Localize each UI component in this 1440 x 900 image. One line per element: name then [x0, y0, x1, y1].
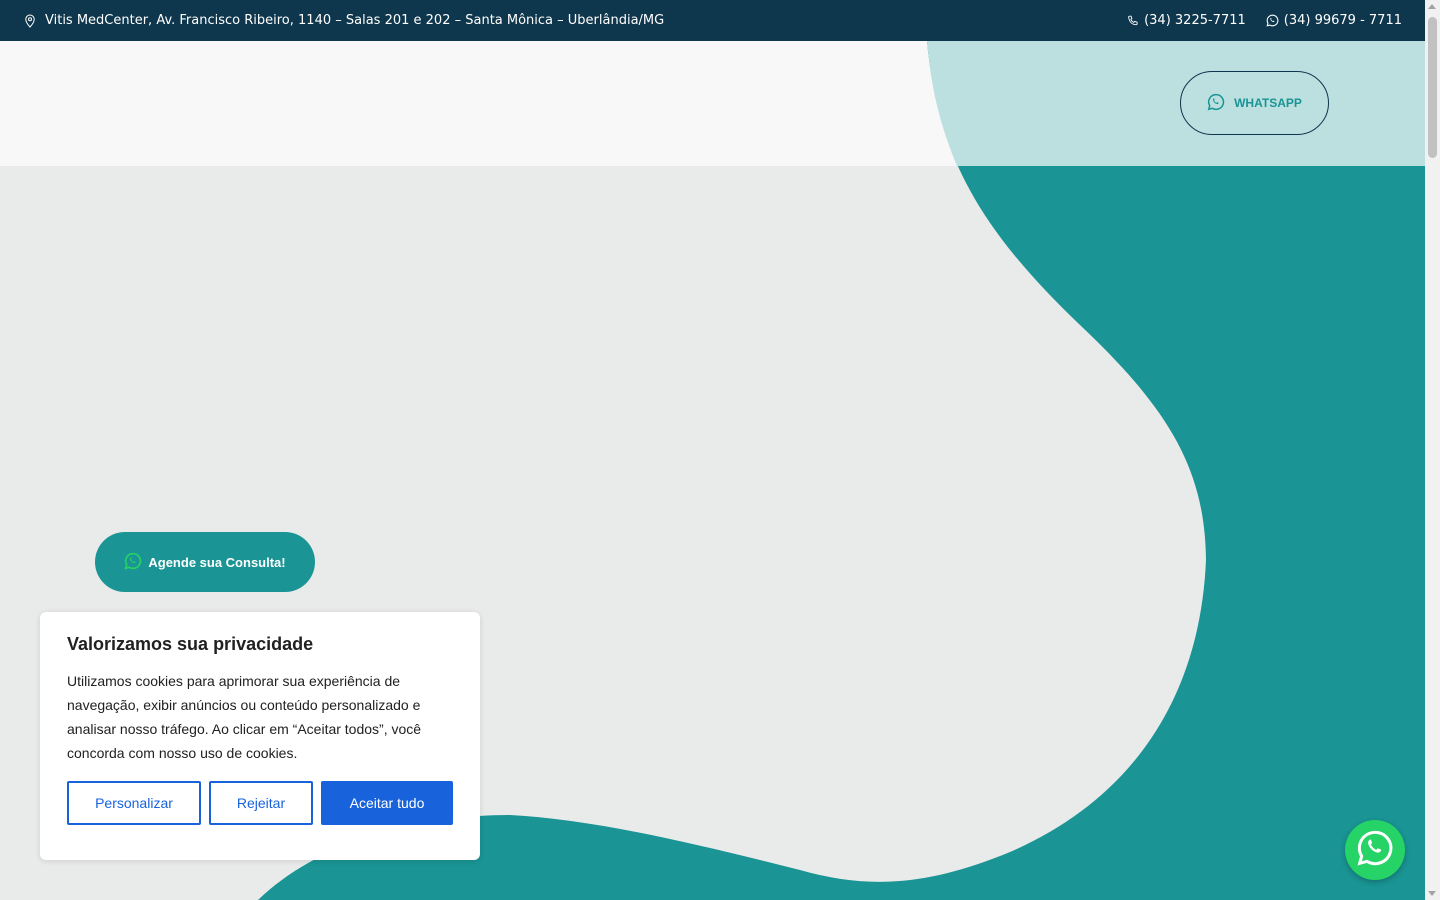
cookie-text: Utilizamos cookies para aprimorar sua ex… [67, 673, 422, 761]
whatsapp-icon [1266, 14, 1279, 27]
contact-phones: (34) 3225-7711 (34) 99679 - 7711 [1127, 0, 1402, 41]
whatsapp-number-link[interactable]: (34) 99679 - 7711 [1266, 13, 1402, 28]
accept-all-button[interactable]: Aceitar tudo [321, 781, 453, 825]
top-info-bar: Vitis MedCenter, Av. Francisco Ribeiro, … [0, 0, 1425, 41]
whatsapp-icon [124, 552, 142, 573]
phone-link[interactable]: (34) 3225-7711 [1127, 13, 1246, 28]
phone-icon [1127, 15, 1139, 27]
cookie-title: Valorizamos sua privacidade [67, 634, 314, 654]
location-pin-icon [24, 13, 36, 28]
page-viewport: Vitis MedCenter, Av. Francisco Ribeiro, … [0, 0, 1425, 900]
customize-button[interactable]: Personalizar [67, 781, 201, 825]
whatsapp-number: (34) 99679 - 7711 [1283, 13, 1402, 28]
schedule-consultation-button[interactable]: Agende sua Consulta! [95, 532, 315, 592]
header-whatsapp-label: WHATSAPP [1234, 96, 1302, 110]
address-text: Vitis MedCenter, Av. Francisco Ribeiro, … [45, 13, 665, 28]
phone-number: (34) 3225-7711 [1144, 13, 1246, 28]
whatsapp-icon [1355, 828, 1395, 872]
scrollbar-thumb[interactable] [1428, 17, 1437, 158]
address-block: Vitis MedCenter, Av. Francisco Ribeiro, … [24, 0, 664, 41]
reject-button[interactable]: Rejeitar [209, 781, 313, 825]
cta-label: Agende sua Consulta! [148, 554, 286, 570]
whatsapp-icon [1207, 93, 1225, 114]
scroll-up-arrow-icon[interactable] [1428, 4, 1436, 9]
floating-whatsapp-button[interactable] [1345, 820, 1405, 880]
page-scrollbar[interactable] [1425, 0, 1440, 900]
cookie-actions: Personalizar Rejeitar Aceitar tudo [67, 781, 453, 825]
scroll-down-arrow-icon[interactable] [1428, 891, 1436, 896]
cookie-consent-banner: Valorizamos sua privacidade Utilizamos c… [40, 612, 480, 860]
header-whatsapp-button[interactable]: WHATSAPP [1180, 71, 1329, 135]
